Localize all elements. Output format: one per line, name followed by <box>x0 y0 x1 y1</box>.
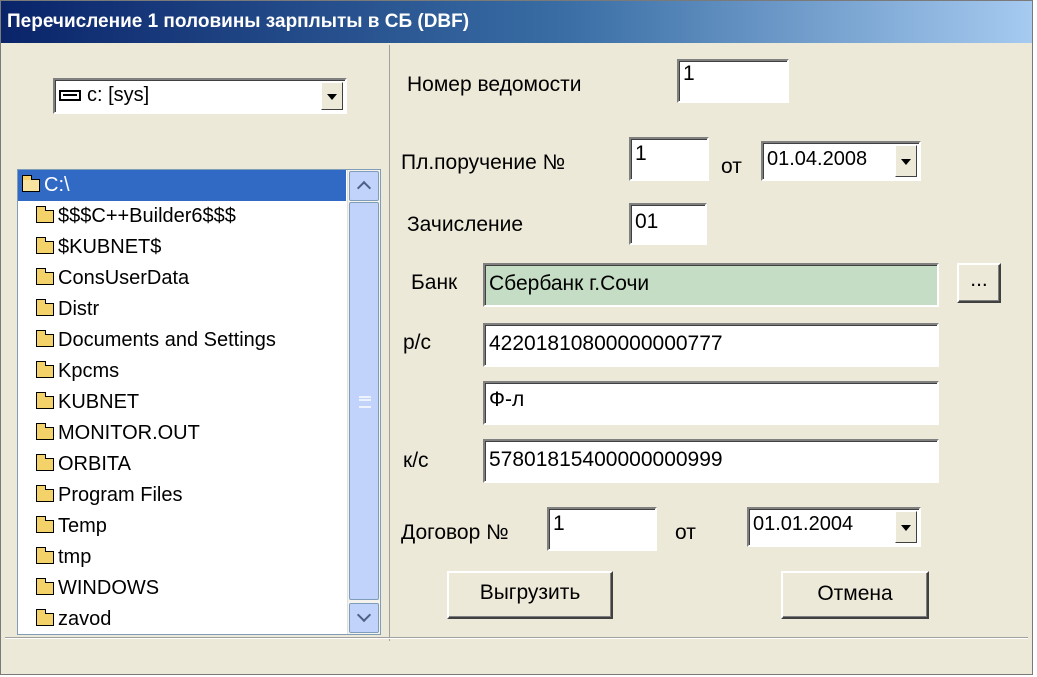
contract-date-value: 01.01.2004 <box>753 513 854 535</box>
directory-item-label: WINDOWS <box>58 577 160 599</box>
folder-icon <box>36 299 54 316</box>
directory-items: C:\ $$$C++Builder6$$$ $KUBNET$ ConsUserData… <box>18 170 380 634</box>
folder-icon <box>36 547 54 564</box>
directory-item-label: MONITOR.OUT <box>58 422 200 444</box>
directory-item-label: Program Files <box>58 484 183 506</box>
payment-order-date-dropdown[interactable] <box>895 145 917 177</box>
folder-icon <box>36 485 54 502</box>
drive-select[interactable]: c: [sys] <box>53 78 347 114</box>
contract-date-dropdown[interactable] <box>895 511 917 543</box>
directory-list[interactable]: C:\ $$$C++Builder6$$$ $KUBNET$ ConsUserData… <box>17 169 381 635</box>
directory-item-label: $$$C++Builder6$$$ <box>58 205 236 227</box>
accrual-input[interactable]: 01 <box>629 203 707 245</box>
folder-icon <box>36 578 54 595</box>
accrual-label: Зачисление <box>407 213 524 236</box>
account-label: р/с <box>403 331 432 354</box>
directory-item[interactable]: $$$C++Builder6$$$ <box>18 201 360 232</box>
account-input[interactable]: 42201810800000000777 <box>483 323 939 367</box>
corr-account-input[interactable]: 57801815400000000999 <box>483 439 939 483</box>
payment-order-date-label: от <box>721 155 742 178</box>
directory-scrollbar[interactable] <box>347 170 380 634</box>
directory-item-label: Distr <box>58 298 100 320</box>
directory-item-label: ORBITA <box>58 453 131 475</box>
directory-item-label: Documents and Settings <box>58 329 276 351</box>
payment-order-input[interactable]: 1 <box>629 137 709 181</box>
folder-icon <box>36 330 54 347</box>
payment-order-label: Пл.поручение № <box>401 151 566 174</box>
directory-item[interactable]: MONITOR.OUT <box>18 418 360 449</box>
directory-item[interactable]: Documents and Settings <box>18 325 360 356</box>
payment-order-date-value: 01.04.2008 <box>767 148 868 170</box>
statement-number-input[interactable]: 1 <box>677 59 789 103</box>
directory-item[interactable]: Distr <box>18 294 360 325</box>
branch-input[interactable]: Ф-л <box>483 381 939 425</box>
directory-item-label: zavod <box>58 608 112 630</box>
directory-item-label: C:\ <box>44 174 70 196</box>
scroll-thumb[interactable] <box>349 202 379 600</box>
corr-account-label: к/с <box>403 449 429 472</box>
drive-dropdown-button[interactable] <box>321 82 343 110</box>
export-button[interactable]: Выгрузить <box>447 571 613 619</box>
directory-item[interactable]: WINDOWS <box>18 573 360 604</box>
folder-icon <box>36 454 54 471</box>
bank-field: Сбербанк г.Сочи <box>483 263 939 307</box>
contract-date-picker[interactable]: 01.01.2004 <box>747 507 921 547</box>
directory-item[interactable]: zavod <box>18 604 360 634</box>
directory-item[interactable]: Temp <box>18 511 360 542</box>
folder-icon <box>36 268 54 285</box>
folder-icon <box>36 609 54 626</box>
directory-item-label: ConsUserData <box>58 267 190 289</box>
contract-label: Договор № <box>401 521 509 544</box>
folder-icon <box>36 361 54 378</box>
drive-icon <box>59 90 81 101</box>
dialog-window: Перечисление 1 половины зарплыты в СБ (D… <box>0 0 1033 675</box>
directory-item[interactable]: tmp <box>18 542 360 573</box>
drive-select-value: c: [sys] <box>87 84 150 106</box>
payment-order-date-picker[interactable]: 01.04.2008 <box>761 141 921 181</box>
status-bar <box>5 637 1028 670</box>
bank-label: Банк <box>411 271 458 294</box>
folder-icon <box>36 237 54 254</box>
bank-browse-button[interactable]: ... <box>957 263 1001 303</box>
folder-icon <box>36 516 54 533</box>
folder-icon <box>36 206 54 223</box>
directory-pane: c: [sys] C:\ $$$C++Builder6$$$ $KUBNET$ Con… <box>5 45 390 641</box>
directory-item[interactable]: Kpcms <box>18 356 360 387</box>
form-pane: Номер ведомости 1 Пл.поручение № 1 от 01… <box>393 45 1029 625</box>
directory-item-label: Kpcms <box>58 360 120 382</box>
directory-item[interactable]: ConsUserData <box>18 263 360 294</box>
contract-input[interactable]: 1 <box>547 507 657 551</box>
directory-item-label: tmp <box>58 546 92 568</box>
contract-date-label: от <box>675 521 696 544</box>
directory-item[interactable]: ORBITA <box>18 449 360 480</box>
scroll-down-button[interactable] <box>349 603 379 633</box>
directory-item-selected[interactable]: C:\ <box>18 170 346 201</box>
folder-icon <box>36 423 54 440</box>
statement-number-label: Номер ведомости <box>407 73 582 96</box>
open-folder-icon <box>22 175 40 192</box>
scroll-up-button[interactable] <box>349 171 379 201</box>
cancel-button[interactable]: Отмена <box>781 571 929 619</box>
directory-item-label: KUBNET <box>58 391 140 413</box>
title-bar[interactable]: Перечисление 1 половины зарплыты в СБ (D… <box>1 1 1032 43</box>
directory-item[interactable]: $KUBNET$ <box>18 232 360 263</box>
directory-item-label: Temp <box>58 515 107 537</box>
folder-icon <box>36 392 54 409</box>
directory-item[interactable]: Program Files <box>18 480 360 511</box>
directory-item-label: $KUBNET$ <box>58 236 162 258</box>
scroll-grip-icon <box>359 396 371 408</box>
directory-item[interactable]: KUBNET <box>18 387 360 418</box>
window-title: Перечисление 1 половины зарплыты в СБ (D… <box>7 11 470 32</box>
